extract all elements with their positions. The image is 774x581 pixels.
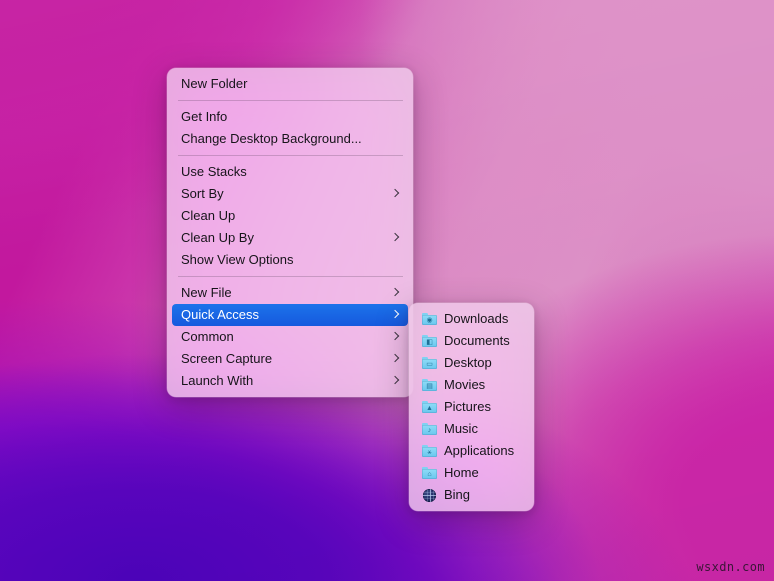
- submenu-item-movies[interactable]: ▤ Movies: [414, 374, 529, 396]
- chevron-right-icon: [392, 376, 399, 387]
- menu-separator: [178, 155, 403, 156]
- menu-item-clean-up-by[interactable]: Clean Up By: [172, 227, 408, 249]
- folder-documents-icon: ◧: [422, 334, 437, 349]
- chevron-right-icon: [392, 310, 399, 321]
- submenu-item-label: Movies: [444, 374, 520, 396]
- menu-item-label: Sort By: [181, 183, 384, 205]
- menu-item-new-folder[interactable]: New Folder: [172, 73, 408, 95]
- menu-separator: [178, 276, 403, 277]
- chevron-right-icon: [392, 288, 399, 299]
- menu-item-label: Launch With: [181, 370, 384, 392]
- submenu-item-label: Pictures: [444, 396, 520, 418]
- menu-item-common[interactable]: Common: [172, 326, 408, 348]
- submenu-item-applications[interactable]: ⚹ Applications: [414, 440, 529, 462]
- menu-item-label: Show View Options: [181, 249, 399, 271]
- folder-downloads-icon: ◉: [422, 312, 437, 327]
- menu-item-label: Clean Up By: [181, 227, 384, 249]
- chevron-right-icon: [392, 354, 399, 365]
- submenu-item-pictures[interactable]: ▲ Pictures: [414, 396, 529, 418]
- submenu-item-label: Downloads: [444, 308, 520, 330]
- globe-icon: [422, 488, 437, 503]
- menu-item-label: Get Info: [181, 106, 399, 128]
- submenu-item-documents[interactable]: ◧ Documents: [414, 330, 529, 352]
- menu-item-new-file[interactable]: New File: [172, 282, 408, 304]
- menu-item-label: Clean Up: [181, 205, 399, 227]
- menu-item-show-view-options[interactable]: Show View Options: [172, 249, 408, 271]
- watermark: wsxdn.com: [696, 560, 765, 574]
- menu-separator: [178, 100, 403, 101]
- menu-item-use-stacks[interactable]: Use Stacks: [172, 161, 408, 183]
- chevron-right-icon: [392, 332, 399, 343]
- desktop-context-menu[interactable]: New Folder Get Info Change Desktop Backg…: [167, 68, 413, 397]
- menu-item-label: Use Stacks: [181, 161, 399, 183]
- chevron-right-icon: [392, 189, 399, 200]
- folder-movies-icon: ▤: [422, 378, 437, 393]
- submenu-item-label: Home: [444, 462, 520, 484]
- menu-item-launch-with[interactable]: Launch With: [172, 370, 408, 392]
- chevron-right-icon: [392, 233, 399, 244]
- desktop[interactable]: New Folder Get Info Change Desktop Backg…: [0, 0, 774, 581]
- menu-item-label: Quick Access: [181, 304, 384, 326]
- submenu-item-desktop[interactable]: ▭ Desktop: [414, 352, 529, 374]
- menu-item-get-info[interactable]: Get Info: [172, 106, 408, 128]
- submenu-item-label: Music: [444, 418, 520, 440]
- folder-home-icon: ⌂: [422, 466, 437, 481]
- menu-item-label: Change Desktop Background...: [181, 128, 399, 150]
- menu-item-sort-by[interactable]: Sort By: [172, 183, 408, 205]
- menu-item-change-desktop-background[interactable]: Change Desktop Background...: [172, 128, 408, 150]
- submenu-item-home[interactable]: ⌂ Home: [414, 462, 529, 484]
- submenu-item-bing[interactable]: Bing: [414, 484, 529, 506]
- menu-item-label: Common: [181, 326, 384, 348]
- submenu-item-downloads[interactable]: ◉ Downloads: [414, 308, 529, 330]
- submenu-item-label: Documents: [444, 330, 520, 352]
- submenu-item-label: Desktop: [444, 352, 520, 374]
- submenu-item-music[interactable]: ♪ Music: [414, 418, 529, 440]
- menu-item-label: New File: [181, 282, 384, 304]
- menu-item-label: New Folder: [181, 73, 399, 95]
- menu-item-quick-access[interactable]: Quick Access: [172, 304, 408, 326]
- menu-item-label: Screen Capture: [181, 348, 384, 370]
- submenu-item-label: Applications: [444, 440, 520, 462]
- menu-item-clean-up[interactable]: Clean Up: [172, 205, 408, 227]
- menu-item-screen-capture[interactable]: Screen Capture: [172, 348, 408, 370]
- submenu-item-label: Bing: [444, 484, 520, 506]
- folder-pictures-icon: ▲: [422, 400, 437, 415]
- folder-music-icon: ♪: [422, 422, 437, 437]
- folder-desktop-icon: ▭: [422, 356, 437, 371]
- folder-applications-icon: ⚹: [422, 444, 437, 459]
- quick-access-submenu[interactable]: ◉ Downloads ◧ Documents ▭ Desktop ▤ Movi…: [409, 303, 534, 511]
